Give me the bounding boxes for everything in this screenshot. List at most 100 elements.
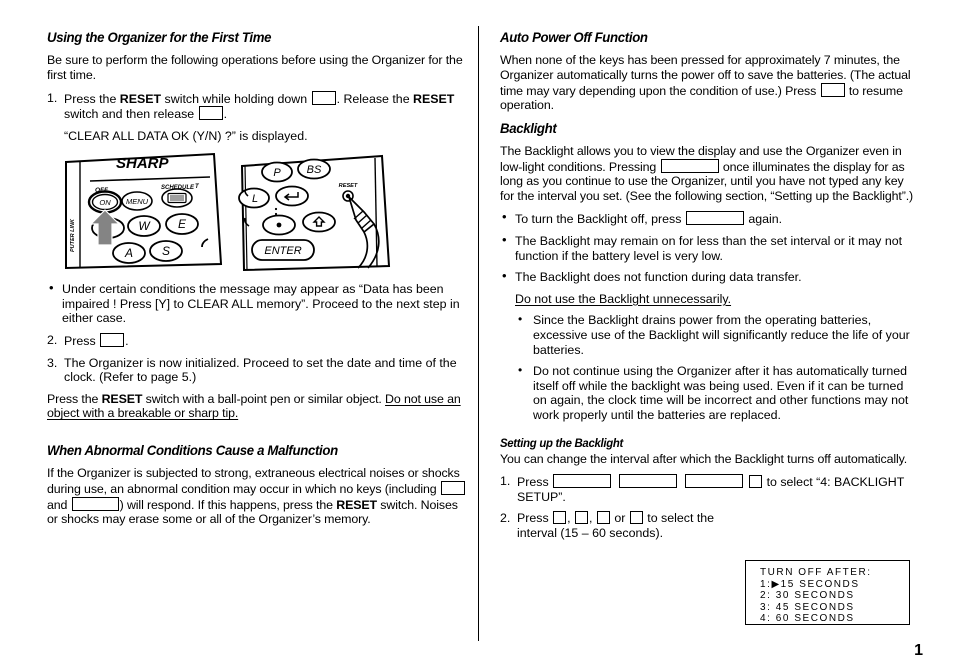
lcd-line-2: 1:▶15 SECONDS: [760, 578, 860, 590]
bstep2-sep1: ,: [567, 511, 575, 526]
left-organizer-device: SHARP OFF SCHEDULE T PUTER LINK ON MENU: [65, 152, 223, 270]
bullet-dot-icon: •: [518, 312, 523, 327]
sharp-logo-text: SHARP: [116, 155, 170, 172]
step-2-number: 2.: [47, 333, 58, 348]
bstep2-text-a: Press: [517, 511, 553, 526]
backlight-paragraph: The Backlight allows you to view the dis…: [500, 144, 920, 203]
backlight-bullet-1: • To turn the Backlight off, press again…: [500, 209, 920, 227]
abnormal-text-b: and: [47, 497, 71, 512]
manual-page: Using the Organizer for the First Time B…: [0, 0, 954, 672]
page-number: 1: [914, 642, 923, 659]
step-1-number: 1.: [47, 90, 58, 105]
backlight-subbullet-2: • Do not continue using the Organizer af…: [515, 363, 920, 422]
key-placeholder-box: [440, 480, 465, 495]
right-column: Auto Power Off Function When none of the…: [500, 30, 920, 548]
heading-backlight: Backlight: [500, 120, 557, 137]
heading-setting-up-backlight: Setting up the Backlight: [500, 435, 624, 450]
bl-b1-text-b: again.: [744, 212, 783, 227]
backlight-step-2: 2. Press , , or to select the interval (…: [500, 511, 757, 540]
key-placeholder-box: [685, 474, 744, 489]
bstep2-sep2: ,: [589, 511, 596, 526]
e-key-label: E: [178, 217, 187, 231]
backlight-bullet-3: • The Backlight does not function during…: [500, 268, 920, 285]
setting-up-intro: You can change the interval after which …: [500, 451, 908, 466]
backlight-step-1: 1. Press to select “4: BACKLIGHT SETUP”.: [500, 474, 920, 504]
key-placeholder-box: [749, 475, 763, 489]
key-placeholder-box: [685, 211, 744, 226]
backlight-underlined-note-row: Do not use the Backlight unnecessarily.: [500, 292, 920, 307]
bullet-dot-icon: •: [518, 363, 523, 378]
key-placeholder-box: [311, 90, 336, 105]
backlight-step-2-number: 2.: [500, 511, 511, 526]
lcd-line-1: TURN OFF AFTER:: [760, 567, 872, 578]
w-key-label: W: [138, 219, 151, 233]
step-1-text-e: .: [223, 107, 228, 122]
bstep1-text-a: Press: [517, 475, 553, 490]
backlight-subbullet-1: • Since the Backlight drains power from …: [515, 312, 920, 357]
l-key-label: L: [252, 193, 258, 205]
lcd-line-5: 4: 60 SECONDS: [760, 613, 855, 625]
bs-key-label: BS: [307, 164, 322, 176]
key-placeholder-box: [596, 511, 610, 525]
reset-bold-4: RESET: [336, 497, 377, 512]
step-1-result-text: “CLEAR ALL DATA OK (Y/N) ?” is displayed…: [64, 128, 308, 143]
note-bullet: • Under certain conditions the message m…: [47, 280, 467, 326]
bl-b1-text-a: To turn the Backlight off, press: [515, 212, 685, 227]
bl-b2-text: The Backlight may remain on for less tha…: [515, 234, 903, 263]
heading-using-the-organizer: Using the Organizer for the First Time: [47, 30, 272, 46]
menu-key-label: MENU: [126, 197, 149, 206]
a-key-label: A: [124, 246, 133, 260]
lcd-line-3: 2: 30 SECONDS: [760, 590, 855, 602]
heading-abnormal-conditions: When Abnormal Conditions Cause a Malfunc…: [47, 443, 338, 460]
computer-link-label: PUTER LINK: [70, 218, 76, 252]
reset-closing-paragraph: Press the RESET switch with a ball-point…: [47, 392, 467, 421]
on-key-label: ON: [99, 198, 111, 207]
step-3-text: The Organizer is now initialized. Procee…: [64, 355, 457, 385]
key-placeholder-box: [820, 82, 845, 97]
intro-paragraph: Be sure to perform the following operati…: [47, 53, 463, 82]
heading-auto-power-off: Auto Power Off Function: [500, 30, 648, 46]
reset-bold-3: RESET: [101, 391, 143, 406]
backlight-step-1-number: 1.: [500, 474, 511, 489]
key-placeholder-box: [553, 474, 612, 489]
key-placeholder-box: [71, 496, 119, 511]
key-placeholder-box: [553, 511, 567, 525]
key-placeholder-box: [198, 106, 223, 121]
closing-text-b: switch with a ball-point pen or similar …: [142, 391, 386, 406]
reset-label: RESET: [339, 183, 358, 189]
organizer-illustration: SHARP OFF SCHEDULE T PUTER LINK ON MENU: [64, 152, 394, 276]
bullet-dot-icon: •: [49, 280, 54, 296]
step-3: 3. The Organizer is now initialized. Pro…: [47, 356, 467, 385]
step-1: 1. Press the RESET switch while holding …: [47, 90, 467, 122]
key-placeholder-box: [575, 511, 589, 525]
lcd-line-4: 3: 45 SECONDS: [760, 601, 855, 613]
step-1-text-b: switch while holding down: [161, 91, 311, 106]
step-2-text-b: .: [125, 334, 129, 349]
abnormal-text-c: ) will respond. If this happens, press t…: [119, 497, 337, 512]
step-2-text-a: Press: [64, 334, 100, 349]
note-bullet-text: Under certain conditions the message may…: [62, 282, 460, 326]
reset-bold-2: RESET: [413, 91, 455, 106]
key-placeholder-box: [100, 333, 125, 348]
lcd-display-panel: TURN OFF AFTER: 1:▶15 SECONDS 2: 30 SECO…: [745, 560, 910, 625]
key-placeholder-box: [660, 158, 719, 173]
auto-power-off-paragraph: When none of the keys has been pressed f…: [500, 53, 920, 112]
bstep2-or: or: [610, 511, 629, 526]
step-1-text-c: . Release the: [336, 91, 414, 106]
step-1-result: “CLEAR ALL DATA OK (Y/N) ?” is displayed…: [47, 129, 467, 144]
bullet-dot-icon: •: [502, 209, 507, 225]
p-key-label: P: [273, 167, 281, 179]
bullet-dot-icon: •: [502, 232, 507, 247]
abnormal-conditions-paragraph: If the Organizer is subjected to strong,…: [47, 466, 467, 526]
step-3-number: 3.: [47, 355, 58, 370]
bl-sb2-text: Do not continue using the Organizer afte…: [533, 364, 909, 422]
closing-text-a: Press the: [47, 391, 102, 406]
s-key-label: S: [162, 244, 170, 258]
key-placeholder-box: [629, 511, 643, 525]
reset-bold-1: RESET: [119, 91, 162, 106]
column-divider: [478, 26, 479, 641]
bullet-dot-icon: •: [502, 268, 507, 284]
enter-key-label: ENTER: [264, 245, 301, 257]
left-column: Using the Organizer for the First Time B…: [47, 30, 467, 535]
period-key-label: [276, 222, 282, 228]
